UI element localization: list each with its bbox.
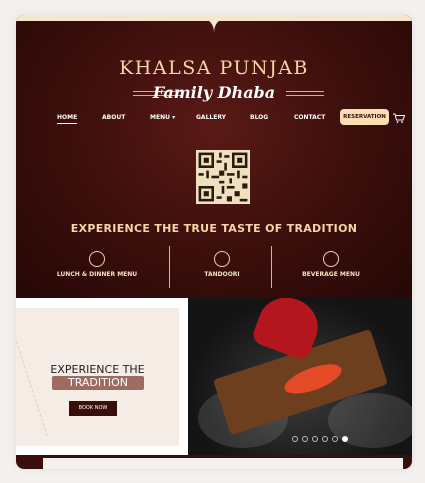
promo-background: EXPERIENCE THE TRADITION BOOK NOW [16,308,179,446]
carousel-indicators [292,436,348,442]
qr-code-icon [196,150,250,204]
category-tandoori[interactable]: TANDOORI [167,251,277,278]
plate-icon [214,251,230,267]
nav-about[interactable]: ABOUT [102,114,125,121]
reservation-button[interactable]: RESERVATION [340,109,389,125]
cart-icon[interactable] [393,113,405,123]
hero-image-carousel[interactable] [188,298,412,455]
book-now-button[interactable]: BOOK NOW [69,401,117,416]
carousel-dot-active[interactable] [342,436,348,442]
carousel-dot[interactable] [292,436,298,442]
hero-section: Khalsa Punjab Family Dhaba HOME ABOUT ME… [16,15,412,298]
footer-bar [43,458,403,469]
brand-tagline: Family Dhaba [152,83,276,102]
chevron-down-icon: ▾ [172,114,176,121]
divider [271,246,272,288]
carousel-dot[interactable] [302,436,308,442]
footer-strip [16,455,412,469]
carousel-dot[interactable] [322,436,328,442]
category-lunch-dinner[interactable]: LUNCH & DINNER MENU [42,251,152,278]
category-label: BEVERAGE MENU [302,271,360,278]
nav-blog[interactable]: BLOG [250,114,268,121]
promo-card: EXPERIENCE THE TRADITION BOOK NOW [16,298,188,458]
plate-icon [323,251,339,267]
brand-name[interactable]: Khalsa Punjab [16,57,412,79]
promo-title: EXPERIENCE THE [50,363,145,376]
notch-ornament [206,19,222,33]
nav-contact[interactable]: CONTACT [294,114,325,121]
promo-title-highlight: TRADITION [67,376,128,389]
hero-headline: EXPERIENCE THE TRUE TASTE OF TRADITION [70,222,358,235]
nav-home[interactable]: HOME [57,114,78,124]
carousel-dot[interactable] [332,436,338,442]
nav-gallery[interactable]: GALLERY [196,114,226,121]
category-beverage[interactable]: BEVERAGE MENU [276,251,386,278]
nav-menu[interactable]: MENU ▾ [150,114,175,121]
category-label: TANDOORI [204,271,240,278]
carousel-dot[interactable] [312,436,318,442]
nav-menu-label: MENU [150,114,170,121]
category-label: LUNCH & DINNER MENU [56,271,138,278]
website-frame: Khalsa Punjab Family Dhaba HOME ABOUT ME… [16,15,412,469]
plate-icon [89,251,105,267]
